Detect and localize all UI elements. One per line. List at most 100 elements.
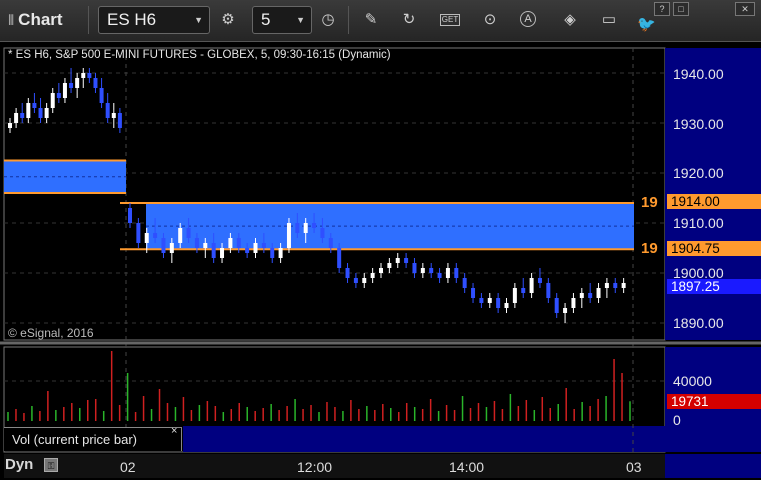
candle-body: [370, 273, 375, 278]
interval-input[interactable]: 5 ▼: [252, 6, 312, 34]
volume-axis-label: 40000: [673, 373, 712, 389]
copyright-text: © eSignal, 2016: [8, 326, 94, 340]
candle-body: [128, 208, 132, 223]
candle-body: [194, 238, 199, 248]
help-button[interactable]: ?: [654, 2, 670, 16]
pane-handle-icon[interactable]: ⦀: [8, 12, 14, 28]
candle-body: [303, 223, 308, 233]
candle-body: [537, 278, 542, 283]
volume-axis-label: 0: [673, 412, 681, 428]
upper-level-number: 19: [641, 194, 658, 211]
lock-icon[interactable]: ⚿: [44, 458, 58, 472]
candle-body: [353, 278, 358, 283]
refresh-gear-icon[interactable]: ⚙: [219, 11, 237, 29]
dynamic-mode-label[interactable]: Dyn: [5, 456, 33, 473]
candle-body: [604, 283, 609, 288]
candle-body: [588, 293, 593, 298]
candle-body: [136, 223, 141, 243]
candle-body: [404, 258, 409, 263]
twitter-icon[interactable]: 🐦: [637, 16, 656, 34]
candle-body: [454, 268, 459, 278]
current-price-tag: 1897.25: [667, 279, 761, 294]
get-icon[interactable]: GET: [440, 14, 460, 26]
time-axis-background: [4, 454, 665, 478]
candle-body: [69, 83, 74, 88]
chart-area[interactable]: [0, 42, 761, 480]
candle-body: [295, 223, 300, 233]
candle-body: [554, 298, 559, 313]
candle-body: [211, 243, 216, 258]
close-button[interactable]: ✕: [735, 2, 755, 16]
restore-button[interactable]: □: [673, 2, 689, 16]
candle-body: [236, 238, 241, 248]
volume-study-label[interactable]: Vol (current price bar): [4, 427, 182, 451]
candle-body: [203, 243, 208, 248]
candle-body: [75, 78, 80, 88]
volume-bars: [7, 351, 631, 421]
candle-body: [387, 263, 392, 268]
level-zones: [4, 159, 634, 251]
window-title: ⦀ Chart: [8, 10, 63, 29]
candle-body: [563, 308, 568, 313]
close-icon[interactable]: ×: [171, 425, 177, 437]
comment-icon[interactable]: ▭: [600, 11, 618, 29]
candle-body: [93, 78, 98, 88]
candle-body: [261, 243, 266, 248]
a-circle-icon[interactable]: A: [520, 11, 536, 27]
pencil-icon[interactable]: ✎: [362, 11, 380, 29]
time-axis-label: 03: [626, 459, 642, 475]
candle-body: [87, 73, 92, 78]
lower-level-tag: 1904.75: [667, 241, 761, 256]
tag-icon[interactable]: ◈: [561, 11, 579, 29]
candle-body: [621, 283, 626, 288]
toolbar-separator: [88, 6, 89, 34]
time-axis-label: 14:00: [449, 459, 485, 475]
price-axis-label: 1890.00: [673, 315, 724, 331]
candle-body: [178, 228, 183, 243]
candle-body: [81, 73, 86, 78]
candle-body: [395, 258, 400, 263]
candle-body: [44, 108, 49, 118]
toolbar: ⦀ Chart ES H6 ▼ ⚙ 5 ▼ ◷ ✎ ↻ GET ⊙ A ◈ ▭ 🐦…: [0, 0, 761, 42]
chevron-down-icon[interactable]: ▼: [194, 15, 203, 25]
candle-body: [579, 293, 584, 298]
candle-body: [445, 268, 450, 278]
candlesticks: [8, 68, 626, 323]
cycle-icon[interactable]: ↻: [400, 11, 418, 29]
clock-icon[interactable]: ◷: [319, 11, 337, 29]
lower-level-number: 19: [641, 240, 658, 257]
candle-body: [220, 248, 225, 258]
chevron-down-icon[interactable]: ▼: [296, 15, 305, 25]
price-axis-label: 1910.00: [673, 215, 724, 231]
candle-body: [437, 273, 442, 278]
play-icon[interactable]: ⊙: [481, 11, 499, 29]
candle-body: [32, 103, 37, 108]
candle-body: [521, 288, 526, 293]
candle-body: [26, 103, 31, 118]
candle-body: [153, 233, 158, 238]
symbol-input[interactable]: ES H6 ▼: [98, 6, 210, 34]
candle-body: [345, 268, 350, 278]
candle-body: [38, 108, 43, 118]
time-axis-label: 02: [120, 459, 136, 475]
candle-body: [62, 83, 67, 98]
candle-body: [20, 113, 25, 118]
candle-body: [487, 298, 492, 303]
candle-body: [186, 228, 191, 238]
chart-description: * ES H6, S&P 500 E-MINI FUTURES - GLOBEX…: [8, 49, 391, 61]
candle-body: [14, 113, 19, 123]
candle-body: [99, 88, 104, 103]
candle-body: [479, 298, 484, 303]
candle-body: [546, 283, 551, 298]
candle-body: [105, 103, 110, 118]
symbol-value: ES H6: [107, 10, 157, 29]
candle-body: [117, 113, 122, 128]
candle-body: [496, 298, 501, 308]
candle-body: [270, 248, 275, 258]
volume-label-strip: [183, 426, 665, 452]
candle-body: [596, 288, 601, 298]
candle-body: [462, 278, 467, 288]
candle-body: [286, 223, 291, 248]
candle-body: [412, 263, 417, 273]
price-axis-label: 1930.00: [673, 116, 724, 132]
